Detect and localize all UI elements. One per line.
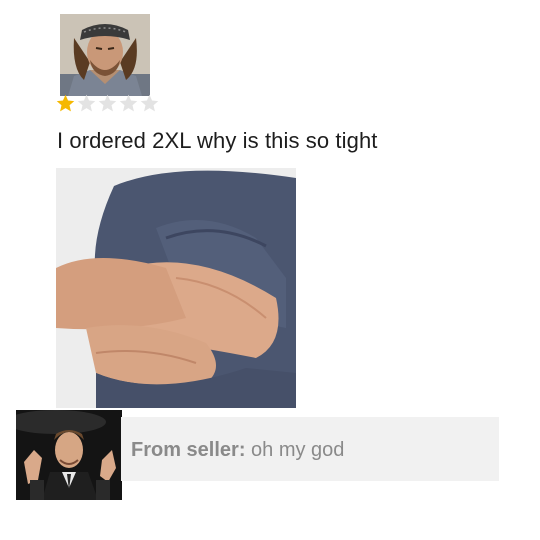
star-empty-icon <box>77 94 96 112</box>
seller-reply-message: oh my god <box>245 439 345 461</box>
review-photo-image <box>56 168 296 408</box>
reviewer-avatar[interactable] <box>60 14 150 96</box>
seller-reply-label: From seller: <box>131 439 246 461</box>
seller-reply-text: From seller: oh my god <box>131 439 344 462</box>
star-empty-icon <box>98 94 117 112</box>
seller-reply: From seller: oh my god <box>121 417 499 481</box>
seller-avatar-image <box>16 410 122 500</box>
review-photo[interactable] <box>56 168 296 408</box>
star-empty-icon <box>119 94 138 112</box>
review-text: I ordered 2XL why is this so tight <box>57 128 378 153</box>
reviewer-avatar-image <box>60 14 150 96</box>
star-rating <box>55 93 160 115</box>
star-empty-icon <box>140 94 159 112</box>
seller-avatar[interactable] <box>16 410 122 500</box>
star-filled-icon <box>56 94 75 112</box>
